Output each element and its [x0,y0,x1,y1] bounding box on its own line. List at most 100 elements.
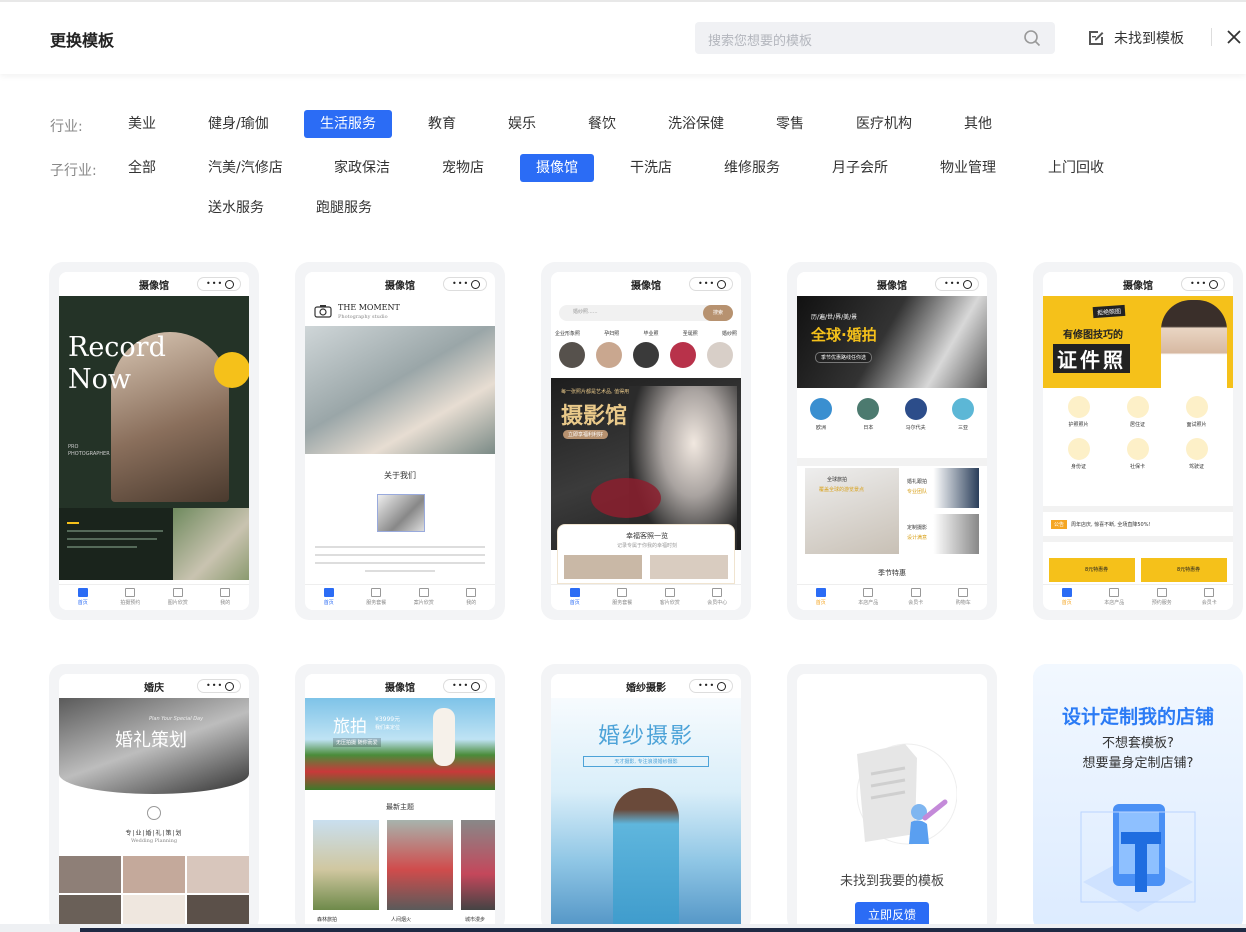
camera-badge-icon [214,352,249,388]
banner-mid: 有修图技巧的 [1063,330,1123,341]
promo-card: 全球旅拍 覆盖全球的游览景点 [805,468,899,554]
category-label: 孕妇照 [604,331,620,337]
hero-banner: 旅拍 ¥3999元 我们来定位 无压拍摄 随你而爱 [305,698,495,790]
not-found-template-button[interactable]: 未找到模板 [1086,27,1184,49]
custom-line: 不想套模板? [1102,736,1174,751]
capsule-icon: ••• [197,679,241,693]
tab-item: 首页 [1043,585,1091,610]
tab-item: 首页 [797,585,845,610]
edit-icon [1089,31,1104,45]
service-label: 身份证 [1070,464,1086,470]
template-card[interactable]: 摄像馆 ••• 拒绝照图 有修图技巧的 证件照 护照照片 居住证 面试照片 身份证… [1033,262,1243,620]
subindustry-chip[interactable]: 汽美/汽修店 [192,154,299,182]
tab-item: 购物车 [940,585,988,610]
place-icon [951,398,974,420]
subindustry-chip-active[interactable]: 摄像馆 [520,154,594,182]
category-label: 婚纱照 [721,331,737,337]
industry-chip[interactable]: 健身/瑜伽 [192,110,285,138]
tab-bar: 首页 拍摄预约 图片欣赏 我的 [59,584,249,610]
scrollbar-thumb[interactable] [80,928,1246,932]
subindustry-chip[interactable]: 维修服务 [708,154,796,182]
industry-chip[interactable]: 零售 [760,110,820,138]
template-card[interactable]: 摄像馆 ••• 历/遍/世/界/美/景 全球·婚拍 季节优惠路线任你选 欧洲 日本… [787,262,997,620]
banner-title: 证件照 [1053,344,1130,373]
close-icon[interactable] [1226,29,1242,45]
section-title: 季节特惠 [878,569,906,577]
notice-text: 周年店庆, 惊喜不断, 全场直降50%! [1071,522,1151,528]
place-item: 日本 [852,398,884,431]
banner-price: ¥3999元 [375,716,401,723]
place-label: 三亚 [957,425,968,431]
place-icon [904,398,927,420]
tab-bar: 首页 本店产品 会员卡 购物车 [797,584,987,610]
photo-card [387,820,453,910]
tab-bar: 首页 服务套餐 客片欣赏 会员中心 [551,584,741,610]
industry-chip[interactable]: 医疗机构 [840,110,928,138]
flowers [591,478,661,518]
mini-search-placeholder: 婚纱照...... [573,309,598,315]
tab-item: 首页 [59,585,107,610]
tab-item: 首页 [305,585,353,610]
subindustry-chip[interactable]: 干洗店 [614,154,688,182]
mini-titlebar: 摄像馆 ••• [551,272,741,296]
hero-banner: Record Now PRO PHOTOGRAPHER [59,296,249,580]
search-icon[interactable] [1023,29,1041,47]
banner-title: 婚礼策划 [115,730,187,751]
building-icon [1126,438,1149,460]
not-found-label: 未找到模板 [1114,31,1184,47]
mini-titlebar: 摄像馆 ••• [305,272,495,296]
banner-small: 历/遍/世/界/美/景 [811,314,858,321]
template-preview: 摄像馆 ••• THE MOMENT Photography studio 关于我… [305,272,495,610]
custom-design-card[interactable]: 设计定制我的店铺 不想套模板? 想要量身定制店铺? [1033,664,1243,932]
tab-item: 案片欣赏 [400,585,448,610]
banner-tag: 拒绝照图 [1092,304,1126,319]
tagline: 专|业|婚|礼|策|划 [125,830,183,837]
template-card[interactable]: 婚庆 ••• Plan Your Special Day 婚礼策划 专|业|婚|礼… [49,664,259,932]
category-label: 毕业照 [643,331,659,337]
tab-item: 拍摄预约 [107,585,155,610]
feedback-panel: 未找到我要的模板 立即反馈 [797,674,987,932]
hero-banner: 婚纱摄影 天才摄影, 专注浪漫婚纱摄影 [551,698,741,932]
subindustry-chip[interactable]: 宠物店 [426,154,500,182]
tab-item: 会员卡 [892,585,940,610]
divider [1211,28,1212,46]
industry-chip[interactable]: 娱乐 [492,110,552,138]
banner-title: 婚纱摄影 [597,724,694,749]
capsule-icon: ••• [689,277,733,291]
brand-sub: Photography studio [338,314,388,320]
capsule-icon: ••• [443,277,487,291]
photo-thumb [123,856,185,893]
coupon-label: 8元特惠券 [1085,567,1109,573]
industry-chip-active[interactable]: 生活服务 [304,110,392,138]
banner-sub: 每一张照片都是艺术品, 值得用心 [561,389,635,395]
banner-title: 摄影馆 [561,403,628,429]
subindustry-chip[interactable]: 家政保洁 [318,154,406,182]
tab-item: 首页 [551,585,599,610]
feedback-card[interactable]: 未找到我要的模板 立即反馈 [787,664,997,932]
template-card[interactable]: 摄像馆 ••• Record Now PRO PHOTOGRAPHER 首页 拍摄… [49,262,259,620]
industry-chip[interactable]: 教育 [412,110,472,138]
service-label: 护照照片 [1068,422,1089,428]
capsule-icon: ••• [443,679,487,693]
avatar [707,342,733,368]
industry-chip[interactable]: 其他 [948,110,1008,138]
template-card[interactable]: 摄像馆 ••• 旅拍 ¥3999元 我们来定位 无压拍摄 随你而爱 最新主题 森林… [295,664,505,932]
subindustry-chip[interactable]: 全部 [112,154,172,182]
service-item: 驾驶证 [1167,438,1226,470]
subindustry-chip[interactable]: 送水服务 [192,194,280,222]
template-card[interactable]: 婚纱摄影 ••• 婚纱摄影 天才摄影, 专注浪漫婚纱摄影 [541,664,751,932]
subindustry-chip[interactable]: 物业管理 [924,154,1012,182]
industry-chip[interactable]: 美业 [112,110,172,138]
industry-chip[interactable]: 洗浴保健 [652,110,740,138]
template-card[interactable]: 摄像馆 ••• 婚纱照...... 搜索 企业形象照 孕妇照 毕业照 圣诞照 婚纱… [541,262,751,620]
subindustry-chip[interactable]: 月子会所 [816,154,904,182]
capsule-icon: ••• [935,277,979,291]
about-photo [377,494,425,532]
industry-chip[interactable]: 餐饮 [572,110,632,138]
subindustry-chip[interactable]: 上门回收 [1032,154,1120,182]
subindustry-chip[interactable]: 跑腿服务 [300,194,388,222]
horizontal-scrollbar[interactable] [0,924,1246,932]
template-card[interactable]: 摄像馆 ••• THE MOMENT Photography studio 关于我… [295,262,505,620]
place-item: 欧洲 [805,398,837,431]
search-input[interactable]: 搜索您想要的模板 [695,22,1055,54]
